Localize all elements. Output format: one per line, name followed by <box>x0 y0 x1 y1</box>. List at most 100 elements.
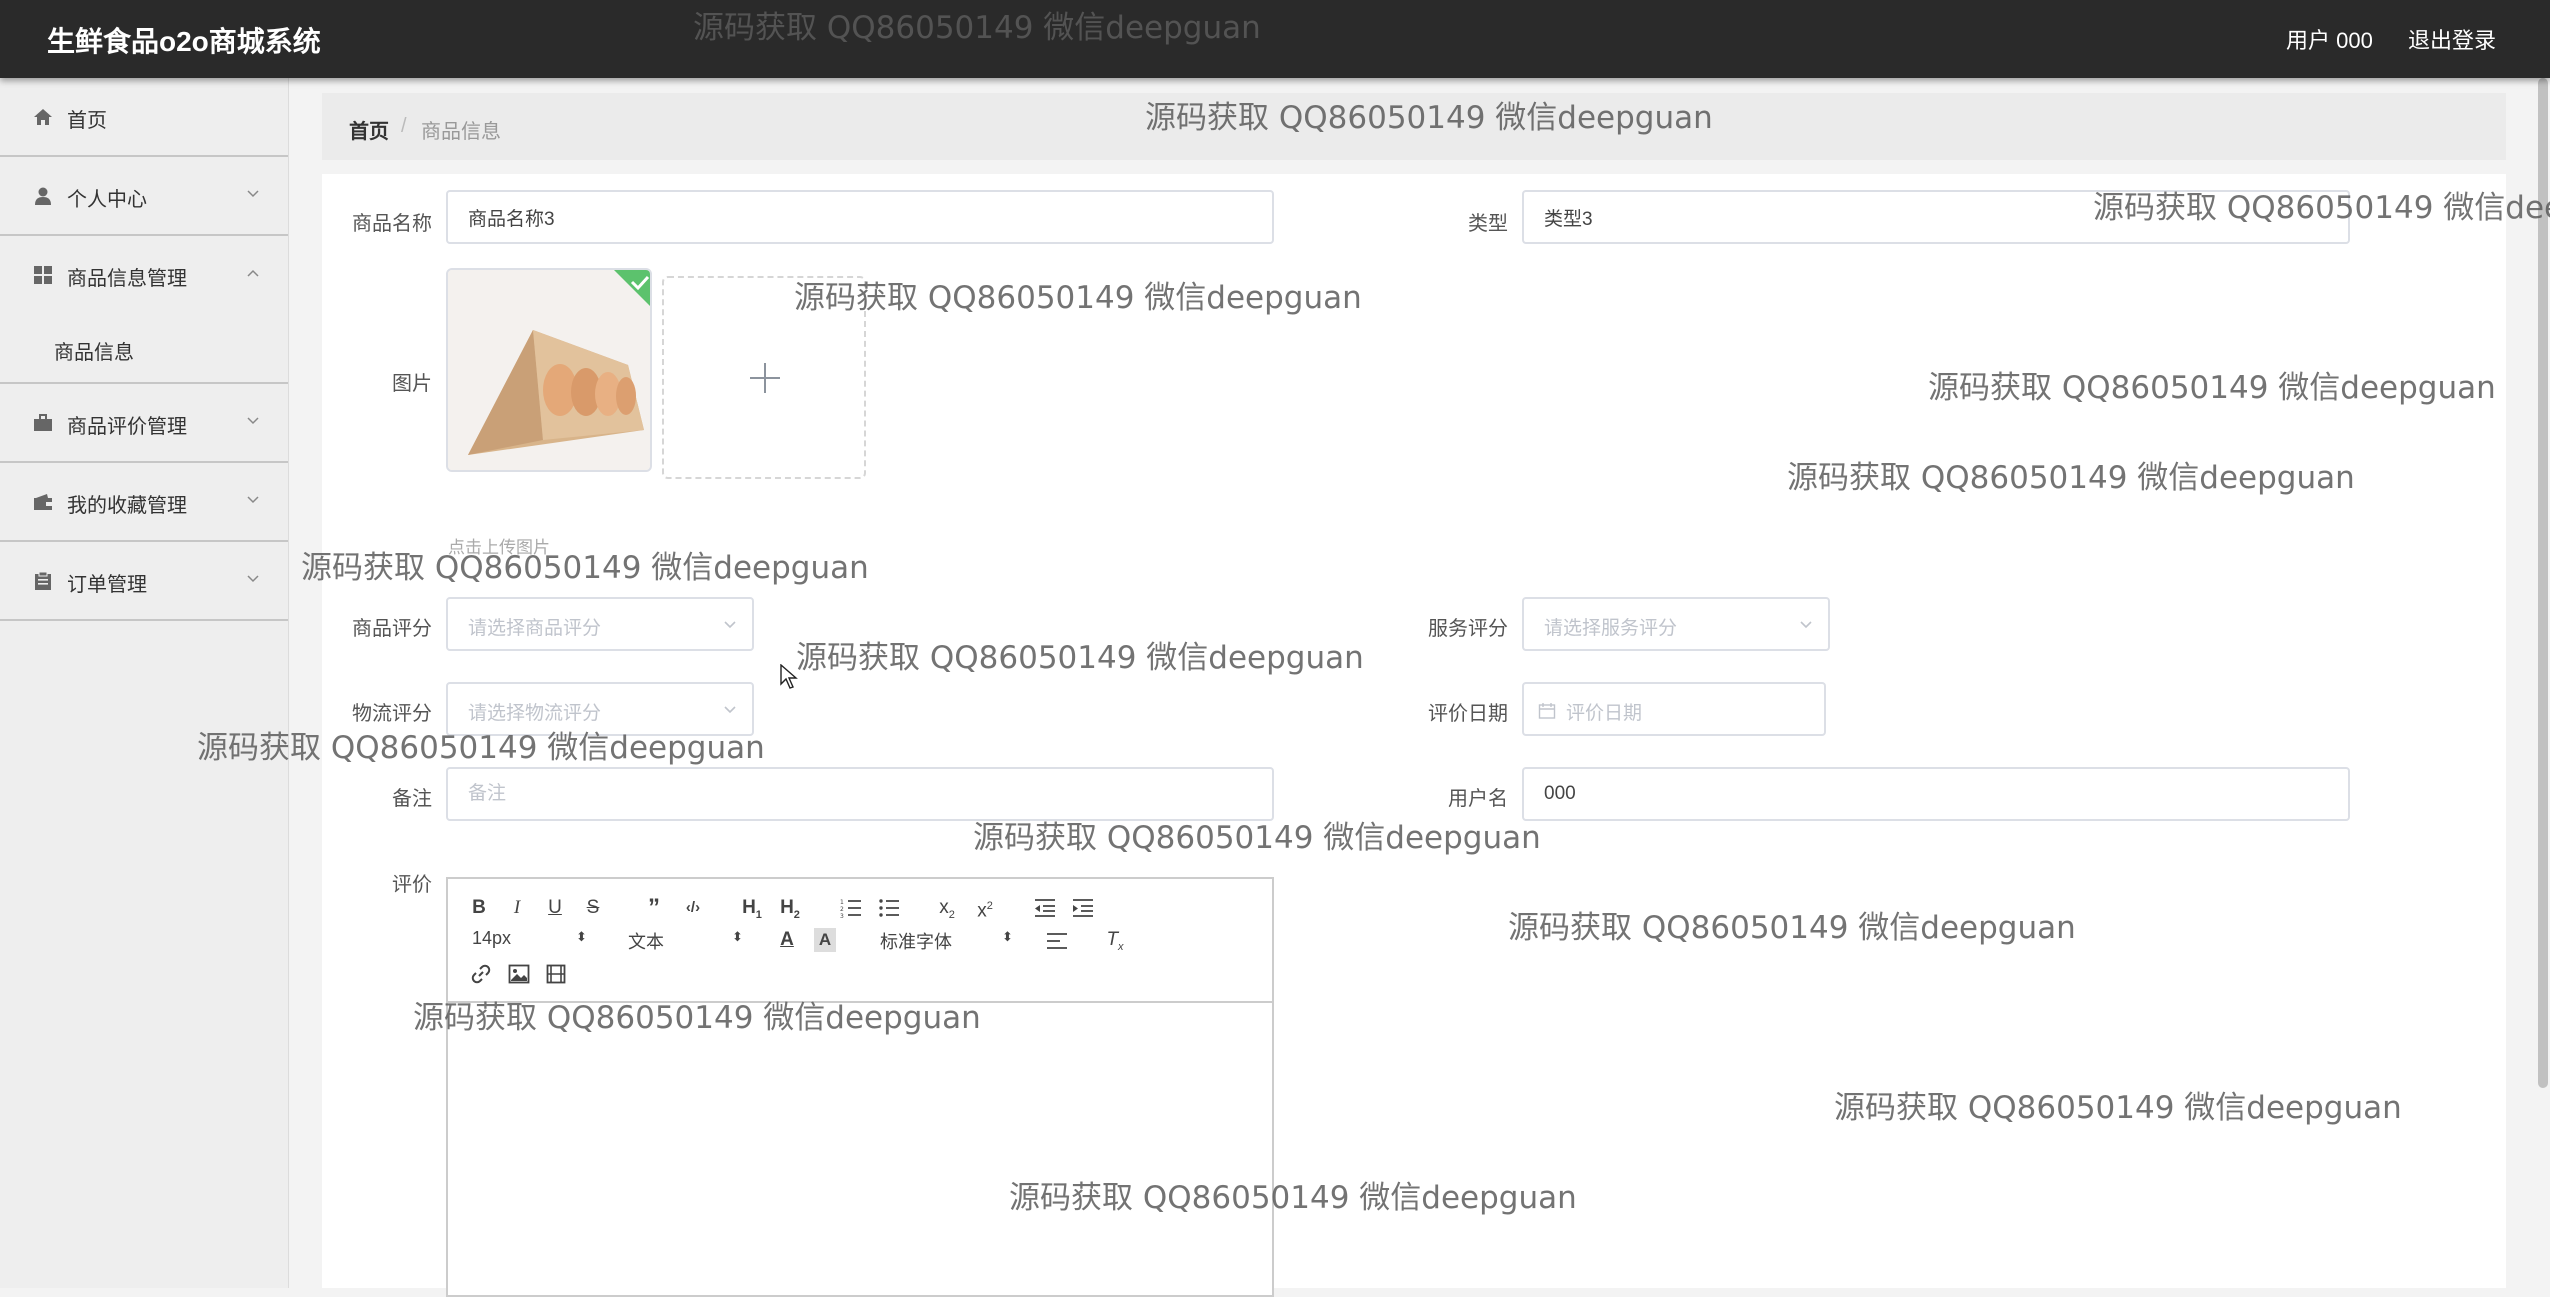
sidebar-item-label: 个人中心 <box>67 189 147 211</box>
heading-1-icon[interactable]: H1 <box>738 893 766 923</box>
breadcrumb-home-link[interactable]: 首页 <box>349 115 389 144</box>
chevron-down-icon <box>724 621 736 629</box>
current-user-label[interactable]: 用户 000 <box>2286 23 2373 55</box>
chevron-down-icon <box>1800 621 1812 629</box>
chevron-up-icon <box>247 269 259 277</box>
sidebar-item-favorites-management[interactable]: 我的收藏管理 <box>0 463 288 542</box>
sidebar-item-label: 首页 <box>67 110 107 132</box>
updown-icon: ⬍ <box>732 929 743 944</box>
block-type-select[interactable]: 文本 ⬍ <box>628 928 748 954</box>
review-date-placeholder: 评价日期 <box>1566 703 1643 724</box>
sidebar-item-label: 商品信息管理 <box>67 268 187 290</box>
sidebar-item-personal-center[interactable]: 个人中心 <box>0 157 288 236</box>
code-block-icon[interactable]: ‹/› <box>680 893 706 923</box>
note-input[interactable] <box>446 767 1274 821</box>
chevron-down-icon <box>724 706 736 714</box>
font-family-value: 标准字体 <box>880 932 952 952</box>
sidebar-subitem-label: 商品信息 <box>54 342 134 364</box>
note-label: 备注 <box>392 788 432 810</box>
updown-icon: ⬍ <box>576 929 587 944</box>
page-scrollbar[interactable] <box>2538 78 2548 1088</box>
sidebar: 首页 个人中心 商品信息管理 商品信息 商品评价管理 我的收藏管理 订单管理 <box>0 78 289 1288</box>
service-rating-label: 服务评分 <box>1428 618 1508 640</box>
rich-text-editor: B I U S ” ‹/› H1 H2 1 2 3 x2 x2 14px ⬍ 文… <box>446 877 1274 1297</box>
logistics-rating-label: 物流评分 <box>352 703 432 725</box>
wallet-icon <box>34 494 52 510</box>
calendar-icon <box>1538 703 1556 719</box>
top-navbar: 生鲜食品o2o商城系统 用户 000 退出登录 <box>0 0 2550 78</box>
grid-icon <box>34 266 52 284</box>
review-date-label: 评价日期 <box>1428 703 1508 725</box>
briefcase-icon <box>34 414 52 431</box>
product-rating-label: 商品评分 <box>352 618 432 640</box>
clipboard-icon <box>35 571 51 590</box>
review-date-picker[interactable]: 评价日期 <box>1522 682 1826 736</box>
plus-icon <box>750 363 780 393</box>
svg-text:2: 2 <box>840 906 844 913</box>
italic-icon[interactable]: I <box>506 893 528 923</box>
sidebar-item-product-info-management[interactable]: 商品信息管理 <box>0 236 288 313</box>
sidebar-item-label: 我的收藏管理 <box>67 495 187 517</box>
type-input[interactable] <box>1522 190 2350 244</box>
product-rating-placeholder: 请选择商品评分 <box>468 618 602 639</box>
superscript-icon[interactable]: x2 <box>972 891 998 921</box>
upload-tip: 点击上传图片 <box>448 538 550 557</box>
indent-icon[interactable] <box>1072 898 1094 918</box>
logistics-rating-placeholder: 请选择物流评分 <box>468 703 602 724</box>
sidebar-subitem-product-info[interactable]: 商品信息 <box>0 312 288 384</box>
blockquote-icon[interactable]: ” <box>642 893 666 923</box>
egg-carton-image <box>448 270 650 470</box>
image-label: 图片 <box>392 373 432 395</box>
svg-text:3: 3 <box>840 913 844 918</box>
home-icon <box>34 109 52 125</box>
mouse-cursor-icon <box>780 664 798 689</box>
strikethrough-icon[interactable]: S <box>582 893 604 923</box>
chevron-down-icon <box>247 496 259 504</box>
clear-format-icon[interactable]: Tx <box>1102 925 1128 955</box>
subscript-icon[interactable]: x2 <box>934 893 960 923</box>
product-name-label: 商品名称 <box>352 213 432 235</box>
bold-icon[interactable]: B <box>468 893 490 923</box>
username-input[interactable] <box>1522 767 2350 821</box>
image-icon[interactable] <box>508 964 530 984</box>
font-color-icon[interactable]: A <box>776 925 798 955</box>
sidebar-item-product-review-management[interactable]: 商品评价管理 <box>0 384 288 463</box>
chevron-down-icon <box>247 417 259 425</box>
font-size-select[interactable]: 14px ⬍ <box>472 928 592 949</box>
product-rating-select[interactable]: 请选择商品评分 <box>446 597 754 651</box>
underline-icon[interactable]: U <box>544 893 566 923</box>
bullet-list-icon[interactable] <box>878 898 900 918</box>
font-family-select[interactable]: 标准字体 ⬍ <box>880 928 1020 954</box>
sidebar-item-order-management[interactable]: 订单管理 <box>0 542 288 621</box>
uploaded-image-thumbnail[interactable] <box>446 268 652 472</box>
logistics-rating-select[interactable]: 请选择物流评分 <box>446 682 754 736</box>
font-size-value: 14px <box>472 928 512 948</box>
editor-content-area[interactable] <box>448 1003 1272 1295</box>
sidebar-item-label: 订单管理 <box>67 574 147 596</box>
block-type-value: 文本 <box>628 932 664 952</box>
chevron-down-icon <box>247 575 259 583</box>
link-icon[interactable] <box>470 963 492 985</box>
image-upload-button[interactable] <box>662 276 866 479</box>
updown-icon: ⬍ <box>1002 929 1013 944</box>
video-icon[interactable] <box>546 964 566 984</box>
svg-text:1: 1 <box>840 899 844 906</box>
ordered-list-icon[interactable]: 1 2 3 <box>840 898 862 918</box>
logout-button[interactable]: 退出登录 <box>2408 23 2496 55</box>
username-label: 用户名 <box>1448 788 1508 810</box>
app-title: 生鲜食品o2o商城系统 <box>47 26 321 57</box>
chevron-down-icon <box>247 190 259 198</box>
heading-2-icon[interactable]: H2 <box>776 893 804 923</box>
sidebar-item-home[interactable]: 首页 <box>0 78 288 157</box>
editor-toolbar: B I U S ” ‹/› H1 H2 1 2 3 x2 x2 14px ⬍ 文… <box>448 879 1272 1003</box>
review-label: 评价 <box>392 874 432 896</box>
product-name-input[interactable] <box>446 190 1274 244</box>
user-icon <box>35 187 51 205</box>
breadcrumb: 首页 / 商品信息 <box>322 93 2506 160</box>
align-icon[interactable] <box>1046 931 1068 951</box>
service-rating-select[interactable]: 请选择服务评分 <box>1522 597 1830 651</box>
background-color-icon[interactable]: A <box>814 928 836 952</box>
outdent-icon[interactable] <box>1034 898 1056 918</box>
service-rating-placeholder: 请选择服务评分 <box>1544 618 1678 639</box>
breadcrumb-current: 商品信息 <box>421 121 501 143</box>
